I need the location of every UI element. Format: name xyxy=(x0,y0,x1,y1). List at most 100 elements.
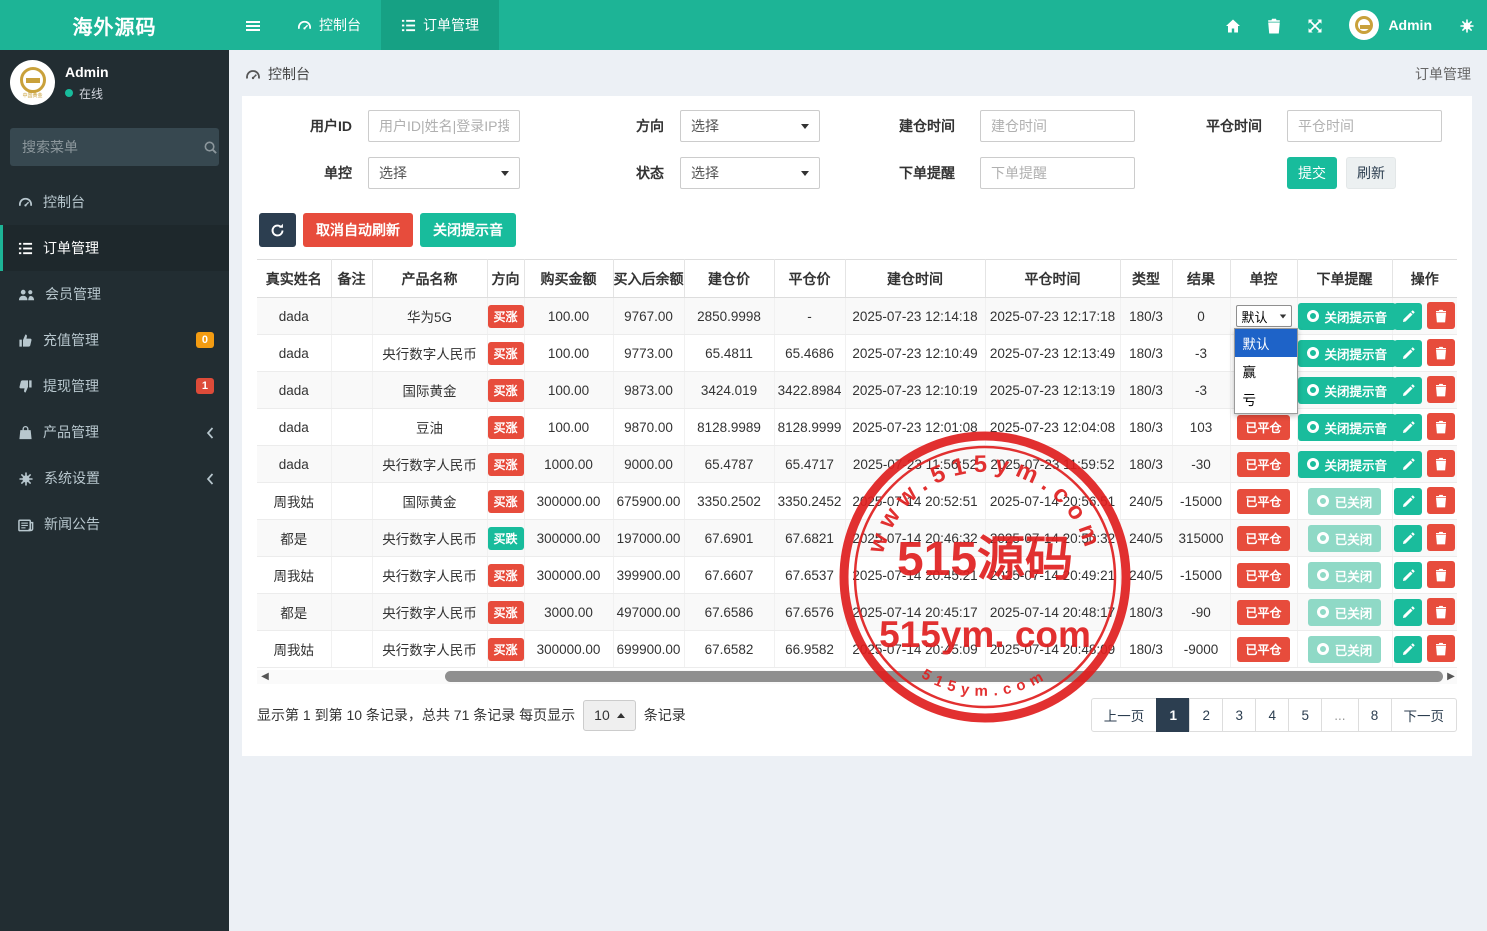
close-sound-button[interactable]: 关闭提示音 xyxy=(420,213,516,247)
open-time-input[interactable] xyxy=(980,110,1135,142)
column-header[interactable]: 方向 xyxy=(486,259,524,298)
delete-button[interactable] xyxy=(1427,413,1456,441)
sidebar-item-充值管理[interactable]: 充值管理 0 xyxy=(0,317,229,363)
sidebar-item-会员管理[interactable]: 会员管理 xyxy=(0,271,229,317)
column-header[interactable]: 类型 xyxy=(1119,259,1172,298)
direction-select[interactable]: 选择 xyxy=(680,110,820,142)
column-header[interactable]: 购买金额 xyxy=(523,259,613,298)
pagination-next[interactable]: 下一页 xyxy=(1390,698,1457,732)
column-header[interactable]: 建仓时间 xyxy=(844,259,985,298)
pagination-page-5[interactable]: 5 xyxy=(1288,698,1323,732)
edit-button[interactable] xyxy=(1394,376,1423,404)
scroll-right-arrow-icon[interactable]: ▶ xyxy=(1445,671,1457,682)
close-sound-row-button[interactable]: 关闭提示音 xyxy=(1297,376,1397,404)
horizontal-scrollbar[interactable]: ◀ ▶ xyxy=(257,670,1457,684)
column-header[interactable]: 买入后余额 xyxy=(612,259,684,298)
search-input[interactable] xyxy=(22,139,203,155)
delete-button[interactable] xyxy=(1427,376,1456,404)
edit-button[interactable] xyxy=(1394,450,1423,478)
column-header[interactable]: 建仓价 xyxy=(683,259,774,298)
thumbs-up-icon xyxy=(18,332,33,349)
edit-button[interactable] xyxy=(1394,302,1423,330)
column-header[interactable]: 产品名称 xyxy=(371,259,487,298)
scroll-left-arrow-icon[interactable]: ◀ xyxy=(259,671,271,682)
nav-item-dashboard[interactable]: 控制台 xyxy=(277,0,381,50)
reminder-closed-button[interactable]: 已关闭 xyxy=(1307,598,1382,626)
edit-button[interactable] xyxy=(1394,524,1423,552)
refresh-button[interactable]: 刷新 xyxy=(1346,157,1396,189)
delete-button[interactable] xyxy=(1427,450,1456,478)
sidebar-toggle-button[interactable] xyxy=(229,0,277,50)
sidebar-item-订单管理[interactable]: 订单管理 xyxy=(0,225,229,271)
edit-button[interactable] xyxy=(1394,561,1423,589)
submit-button[interactable]: 提交 xyxy=(1287,157,1337,189)
reminder-closed-button[interactable]: 已关闭 xyxy=(1307,635,1382,663)
settings-button[interactable] xyxy=(1446,0,1487,50)
sidebar-item-提现管理[interactable]: 提现管理 1 xyxy=(0,363,229,409)
dropdown-option[interactable]: 赢 xyxy=(1235,357,1297,385)
home-button[interactable] xyxy=(1212,0,1253,50)
sidebar-item-控制台[interactable]: 控制台 xyxy=(0,179,229,225)
reminder-closed-button[interactable]: 已关闭 xyxy=(1307,524,1382,552)
search-button[interactable] xyxy=(203,132,218,162)
status-select[interactable]: 选择 xyxy=(680,157,820,189)
delete-button[interactable] xyxy=(1427,302,1456,330)
scrollbar-thumb[interactable] xyxy=(445,671,1443,682)
pagination-page-1[interactable]: 1 xyxy=(1156,698,1191,732)
dropdown-option[interactable]: 亏 xyxy=(1235,385,1297,413)
close-sound-row-button[interactable]: 关闭提示音 xyxy=(1297,339,1397,367)
page-size-select[interactable]: 10 xyxy=(583,699,636,731)
close-sound-row-button[interactable]: 关闭提示音 xyxy=(1297,413,1397,441)
pagination-page-2[interactable]: 2 xyxy=(1189,698,1224,732)
pagination-page-8[interactable]: 8 xyxy=(1357,698,1392,732)
breadcrumb-current[interactable]: 控制台 xyxy=(268,64,310,84)
edit-button[interactable] xyxy=(1394,635,1423,663)
expand-button[interactable] xyxy=(1294,0,1335,50)
edit-button[interactable] xyxy=(1394,598,1423,626)
row-control-select[interactable]: 默认 xyxy=(1235,305,1292,327)
column-header[interactable]: 操作 xyxy=(1391,259,1457,298)
brand-logo[interactable]: 海外源码 xyxy=(0,0,229,50)
cell-balance: 699900.00 xyxy=(612,630,684,668)
sidebar-item-产品管理[interactable]: 产品管理 xyxy=(0,409,229,455)
reminder-closed-button[interactable]: 已关闭 xyxy=(1307,487,1382,515)
pagination-page-3[interactable]: 3 xyxy=(1222,698,1257,732)
trash-button[interactable] xyxy=(1253,0,1294,50)
column-header[interactable]: 下单提醒 xyxy=(1296,259,1392,298)
nav-item-orders[interactable]: 订单管理 xyxy=(381,0,499,50)
sidebar-item-新闻公告[interactable]: 新闻公告 xyxy=(0,501,229,547)
column-header[interactable]: 备注 xyxy=(330,259,372,298)
pagination-ellipsis[interactable]: ... xyxy=(1321,698,1359,732)
delete-button[interactable] xyxy=(1427,524,1456,552)
close-sound-row-button[interactable]: 关闭提示音 xyxy=(1297,450,1397,478)
reminder-closed-button[interactable]: 已关闭 xyxy=(1307,561,1382,589)
delete-button[interactable] xyxy=(1427,635,1456,663)
edit-button[interactable] xyxy=(1394,339,1423,367)
close-sound-row-button[interactable]: 关闭提示音 xyxy=(1297,302,1397,330)
control-select[interactable]: 选择 xyxy=(368,157,520,189)
sidebar-item-系统设置[interactable]: 系统设置 xyxy=(0,455,229,501)
dropdown-option[interactable]: 默认 xyxy=(1234,329,1297,357)
pagination-prev[interactable]: 上一页 xyxy=(1090,698,1158,732)
reload-table-button[interactable] xyxy=(259,213,296,247)
column-header[interactable]: 真实姓名 xyxy=(257,259,331,298)
sidebar-item-label: 系统设置 xyxy=(44,470,100,486)
cell-product: 央行数字人民币 xyxy=(371,630,487,668)
column-header[interactable]: 平仓价 xyxy=(773,259,845,298)
cancel-auto-refresh-button[interactable]: 取消自动刷新 xyxy=(303,213,413,247)
edit-button[interactable] xyxy=(1394,487,1423,515)
delete-button[interactable] xyxy=(1427,561,1456,589)
pagination-page-4[interactable]: 4 xyxy=(1255,698,1290,732)
navbar-user-menu[interactable]: Admin xyxy=(1335,10,1446,40)
delete-button[interactable] xyxy=(1427,339,1456,367)
column-header[interactable]: 平仓时间 xyxy=(984,259,1120,298)
delete-button[interactable] xyxy=(1427,487,1456,515)
close-time-input[interactable] xyxy=(1287,110,1442,142)
edit-button[interactable] xyxy=(1394,413,1423,441)
column-header[interactable]: 结果 xyxy=(1171,259,1230,298)
avatar[interactable]: 中国黄金 xyxy=(10,60,55,105)
delete-button[interactable] xyxy=(1427,598,1456,626)
reminder-input[interactable] xyxy=(980,157,1135,189)
user-id-input[interactable] xyxy=(368,110,520,142)
column-header[interactable]: 单控 xyxy=(1229,259,1297,298)
